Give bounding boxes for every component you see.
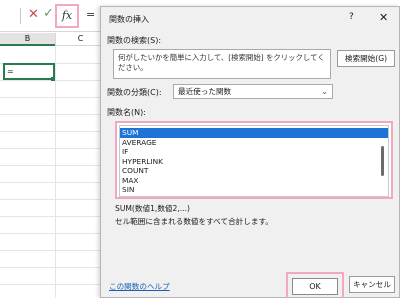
function-item-sin[interactable]: SIN	[120, 185, 388, 195]
function-signature: SUM(数値1,数値2,...)	[115, 204, 190, 213]
function-help-link[interactable]: この関数のヘルプ	[109, 281, 170, 292]
function-item-if[interactable]: IF	[120, 147, 388, 157]
category-select[interactable]: 最近使った関数 ⌄	[173, 84, 333, 99]
gridline	[0, 148, 106, 149]
function-list-highlight: SUM AVERAGE IF HYPERLINK COUNT MAX SIN	[115, 121, 393, 199]
search-label: 関数の検索(S):	[107, 36, 162, 45]
help-icon[interactable]: ?	[349, 12, 354, 22]
chevron-down-icon: ⌄	[321, 87, 328, 96]
gridline	[0, 182, 106, 183]
cancel-button[interactable]: キャンセル	[349, 276, 395, 293]
function-description: セル範囲に含まれる数値をすべて合計します。	[115, 217, 273, 226]
insert-function-dialog: 関数の挿入 ? ✕ 関数の検索(S): 何がしたいかを簡単に入力して、[検索開始…	[100, 6, 400, 298]
function-item-sum[interactable]: SUM	[120, 128, 388, 138]
function-item-count[interactable]: COUNT	[120, 166, 388, 176]
gridline	[0, 216, 106, 217]
gridline	[0, 131, 106, 132]
function-list-label: 関数名(N):	[107, 108, 146, 117]
function-list[interactable]: SUM AVERAGE IF HYPERLINK COUNT MAX SIN	[119, 125, 389, 197]
category-value: 最近使った関数	[178, 87, 232, 96]
gridline	[0, 199, 106, 200]
dialog-title: 関数の挿入	[109, 15, 149, 24]
gridline	[0, 114, 106, 115]
formula-bar-divider	[20, 8, 21, 24]
gridline	[0, 233, 106, 234]
gridline	[0, 165, 106, 166]
function-item-max[interactable]: MAX	[120, 176, 388, 186]
grid-column-line	[55, 46, 56, 298]
column-header-c[interactable]: C	[55, 33, 105, 46]
category-label: 関数の分類(C):	[107, 88, 162, 97]
cross-icon[interactable]: ✕	[28, 8, 40, 22]
fill-handle[interactable]	[51, 77, 55, 81]
gridline	[0, 284, 106, 285]
ok-button-highlight: OK	[286, 272, 344, 298]
close-icon[interactable]: ✕	[379, 11, 388, 24]
function-item-average[interactable]: AVERAGE	[120, 138, 388, 148]
gridline	[0, 267, 106, 268]
column-headers: B C	[0, 33, 110, 46]
function-item-hyperlink[interactable]: HYPERLINK	[120, 157, 388, 167]
formula-text[interactable]: =	[86, 8, 95, 21]
ok-button[interactable]: OK	[292, 278, 338, 295]
search-start-button[interactable]: 検索開始(G)	[337, 50, 395, 67]
column-header-b[interactable]: B	[0, 33, 55, 46]
active-cell[interactable]: =	[3, 63, 55, 80]
gridline	[0, 250, 106, 251]
gridline	[0, 97, 106, 98]
check-icon[interactable]: ✓	[43, 7, 55, 21]
function-search-input[interactable]: 何がしたいかを簡単に入力して、[検索開始] をクリックしてください。	[113, 49, 331, 79]
list-scrollbar[interactable]	[381, 146, 384, 176]
insert-function-button[interactable]: fx	[55, 4, 79, 28]
